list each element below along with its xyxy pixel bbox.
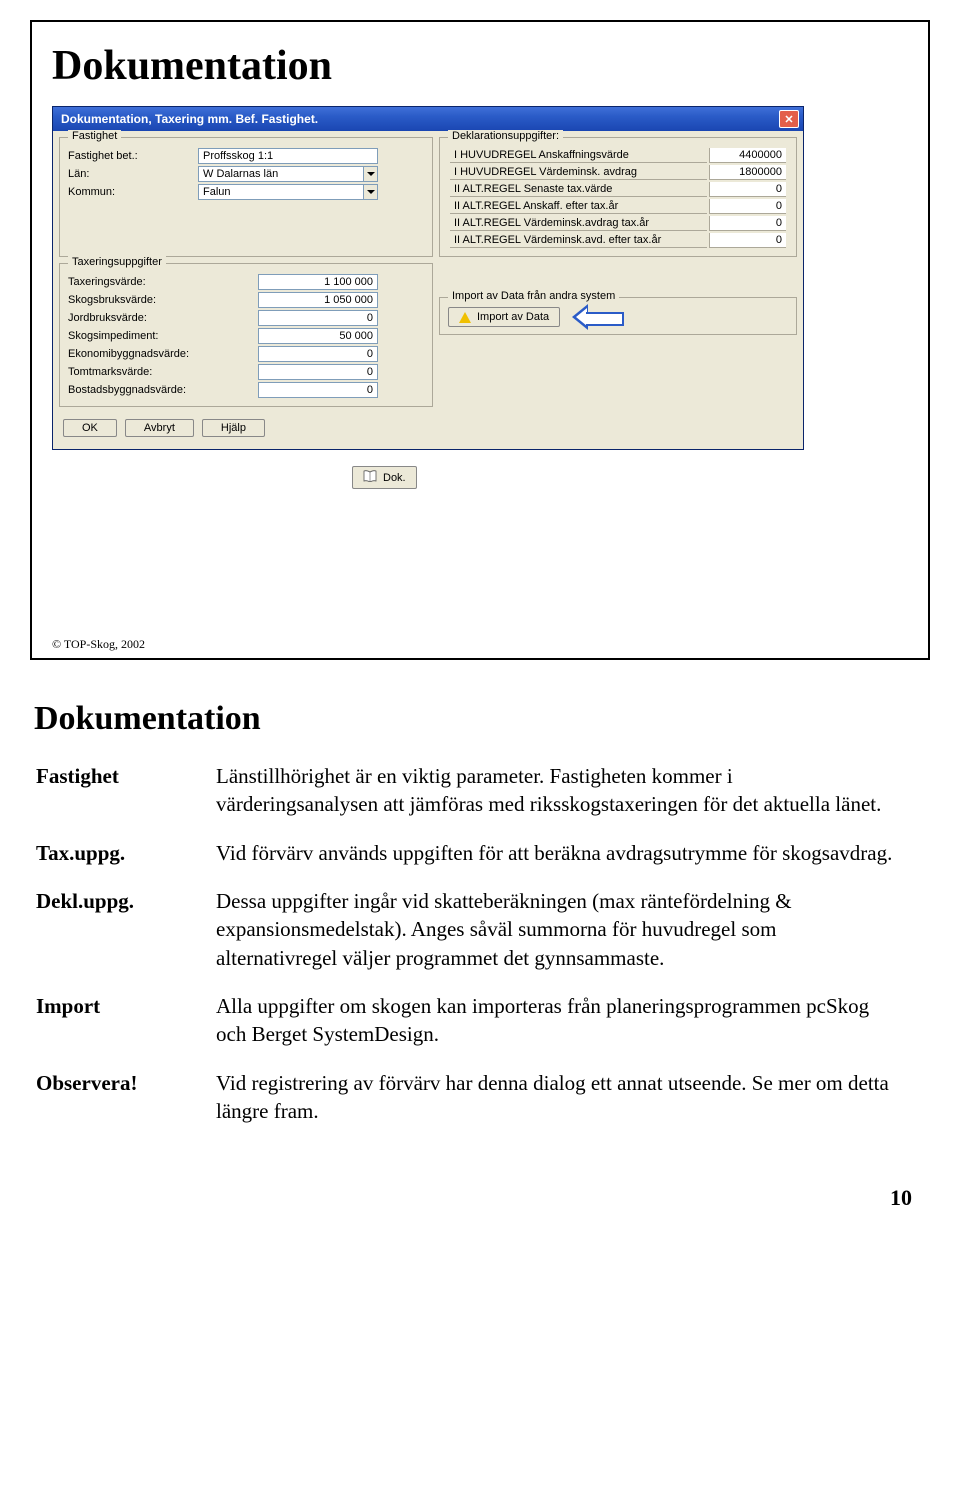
dialog-window: Dokumentation, Taxering mm. Bef. Fastigh…	[52, 106, 804, 450]
desc-label: Fastighet	[36, 762, 216, 819]
deklaration-table: I HUVUDREGEL Anskaffningsvärde4400000 I …	[448, 146, 788, 250]
table-row: II ALT.REGEL Senaste tax.värde0	[450, 182, 786, 197]
kommun-label: Kommun:	[68, 186, 198, 198]
fastighet-bet-input[interactable]	[198, 148, 378, 164]
warning-icon	[459, 312, 471, 323]
table-row: I HUVUDREGEL Värdeminsk. avdrag1800000	[450, 165, 786, 180]
ok-button[interactable]: OK	[63, 419, 117, 437]
tax-input[interactable]	[258, 328, 378, 344]
table-row: I HUVUDREGEL Anskaffningsvärde4400000	[450, 148, 786, 163]
tax-input[interactable]	[258, 346, 378, 362]
lan-label: Län:	[68, 168, 198, 180]
desc-text: Dessa uppgifter ingår vid skatteberäknin…	[216, 887, 896, 972]
tax-input[interactable]	[258, 310, 378, 326]
dialog-title-text: Dokumentation, Taxering mm. Bef. Fastigh…	[61, 112, 318, 126]
tax-label: Taxeringsvärde:	[68, 276, 258, 288]
tax-label: Skogsbruksvärde:	[68, 294, 258, 306]
tax-label: Bostadsbyggnadsvärde:	[68, 384, 258, 396]
fastighet-bet-label: Fastighet bet.:	[68, 150, 198, 162]
desc-text: Vid förvärv används uppgiften för att be…	[216, 839, 896, 867]
help-button[interactable]: Hjälp	[202, 419, 265, 437]
desc-text: Alla uppgifter om skogen kan importeras …	[216, 992, 896, 1049]
desc-text: Vid registrering av förvärv har denna di…	[216, 1069, 896, 1126]
tax-input[interactable]	[258, 364, 378, 380]
import-group-title: Import av Data från andra system	[448, 290, 619, 302]
desc-label: Dekl.uppg.	[36, 887, 216, 972]
lan-combo[interactable]	[198, 166, 363, 182]
tax-input[interactable]	[258, 274, 378, 290]
dialog-buttonbar: OK Avbryt Hjälp	[59, 413, 797, 443]
fastighet-group: Fastighet Fastighet bet.: Län:	[59, 137, 433, 257]
desc-label: Tax.uppg.	[36, 839, 216, 867]
chevron-down-icon[interactable]	[363, 166, 378, 182]
close-icon[interactable]: ✕	[779, 110, 799, 128]
desc-label: Observera!	[36, 1069, 216, 1126]
table-row: II ALT.REGEL Värdeminsk.avd. efter tax.å…	[450, 233, 786, 248]
fastighet-group-title: Fastighet	[68, 130, 121, 142]
table-row: II ALT.REGEL Värdeminsk.avdrag tax.år0	[450, 216, 786, 231]
tax-label: Jordbruksvärde:	[68, 312, 258, 324]
import-button-label: Import av Data	[477, 311, 549, 323]
desc-label: Import	[36, 992, 216, 1049]
dok-button-label: Dok.	[383, 472, 406, 484]
slide-title: Dokumentation	[52, 42, 908, 90]
cancel-button[interactable]: Avbryt	[125, 419, 194, 437]
table-row: II ALT.REGEL Anskaff. efter tax.år0	[450, 199, 786, 214]
dok-button[interactable]: Dok.	[352, 466, 417, 489]
chevron-down-icon[interactable]	[363, 184, 378, 200]
deklaration-group-title: Deklarationsuppgifter:	[448, 130, 563, 142]
book-icon	[363, 470, 377, 485]
tax-input[interactable]	[258, 292, 378, 308]
tax-input[interactable]	[258, 382, 378, 398]
slide-frame: Dokumentation Dokumentation, Taxering mm…	[30, 20, 930, 660]
taxering-group: Taxeringsuppgifter Taxeringsvärde: Skogs…	[59, 263, 433, 407]
description-list: Fastighet Länstillhörighet är en viktig …	[36, 762, 896, 1125]
page-heading: Dokumentation	[34, 700, 930, 738]
deklaration-group: Deklarationsuppgifter: I HUVUDREGEL Ansk…	[439, 137, 797, 257]
import-data-button[interactable]: Import av Data	[448, 307, 560, 327]
tax-label: Skogsimpediment:	[68, 330, 258, 342]
tax-label: Ekonomibyggnadsvärde:	[68, 348, 258, 360]
tax-label: Tomtmarksvärde:	[68, 366, 258, 378]
dialog-body: Fastighet Fastighet bet.: Län:	[53, 131, 803, 449]
taxering-group-title: Taxeringsuppgifter	[68, 256, 166, 268]
kommun-combo[interactable]	[198, 184, 363, 200]
page-number: 10	[0, 1185, 912, 1211]
import-group: Import av Data från andra system Import …	[439, 297, 797, 335]
desc-text: Länstillhörighet är en viktig parameter.…	[216, 762, 896, 819]
arrow-left-icon	[572, 306, 622, 328]
copyright-text: © TOP-Skog, 2002	[52, 637, 145, 652]
dialog-titlebar[interactable]: Dokumentation, Taxering mm. Bef. Fastigh…	[53, 107, 803, 131]
